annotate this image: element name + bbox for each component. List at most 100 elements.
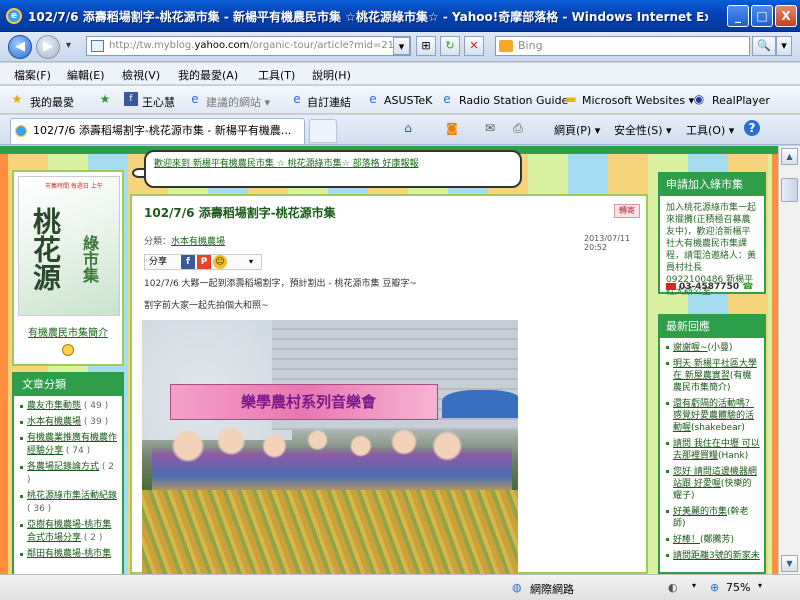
banner-title-main: 桃花源 [29, 207, 62, 291]
scroll-up-button[interactable]: ▲ [781, 148, 798, 165]
maximize-button[interactable]: □ [751, 5, 773, 27]
zoom-icon: ⊕ [710, 581, 720, 594]
facebook-share-icon[interactable]: f [181, 255, 195, 269]
category-name[interactable]: 水本有機農場 [27, 417, 81, 427]
group-photo: 樂學農村系列音樂會 [142, 320, 518, 574]
join-market-box: 申請加入綠市集 加入桃花源綠市集一起來擺攤(正積極召募農友中)，歡迎洽新楊平社大… [658, 172, 766, 297]
forward-badge[interactable]: 轉寄 [614, 204, 640, 218]
search-box[interactable]: Bing [495, 36, 750, 56]
page-icon [91, 40, 104, 52]
stop-button[interactable]: ✕ [464, 36, 484, 56]
print-icon[interactable]: ⎙ [510, 120, 526, 136]
page-menu[interactable]: 網頁(P) ▾ [554, 122, 600, 138]
reply-text[interactable]: 請問距離3號的新家未 [673, 551, 760, 561]
phone-line: 03-4587750 ☎ [666, 282, 753, 292]
marquee-bubble[interactable]: 歡迎來到 新楊平有機農民市集 ☆ 桃花源綠市集☆ 部落格 好康報報 [144, 150, 522, 188]
category-name[interactable]: 桃花源綠市集活動紀錄 [27, 491, 117, 501]
category-name[interactable]: 鄰田有機農場-桃市集 [27, 549, 111, 559]
browser-window: e 102/7/6 添壽稻場割字-桃花源市集 - 新楊平有機農民市集 ☆桃花源綠… [0, 0, 800, 600]
banner-title-sub: 綠市集 [80, 235, 99, 283]
reply-text[interactable]: 謝謝喔~ [673, 343, 708, 353]
reply-item[interactable]: 謝謝喔~(小曼) [666, 342, 760, 354]
tab-title: 102/7/6 添壽稻場割字-桃花源市集 - 新楊平有機農... [33, 124, 292, 137]
folder-icon: ▬ [565, 92, 577, 106]
refresh-button[interactable]: ↻ [440, 36, 460, 56]
zone-dropdown-icon[interactable]: ▾ [692, 581, 696, 590]
zoom-dropdown-icon[interactable]: ▾ [758, 581, 762, 590]
scroll-down-button[interactable]: ▼ [781, 555, 798, 572]
category-item[interactable]: 農友市集動態 ( 49 ) [20, 400, 118, 413]
reply-item[interactable]: 您好 請問這邊機器網站跟 好愛喔(快樂的耀子) [666, 466, 760, 502]
protected-mode-icon[interactable]: ◐ [668, 581, 678, 594]
post-category-link[interactable]: 水本有機農場 [171, 237, 225, 247]
favorite-link-6[interactable]: Microsoft Websites ▾ [582, 94, 694, 107]
reply-item[interactable]: 好美麗的市集(幹老師) [666, 506, 760, 530]
category-name[interactable]: 農友市集動態 [27, 401, 81, 411]
menu-edit[interactable]: 編輯(E) [67, 67, 105, 83]
search-button[interactable]: 🔍 [752, 36, 776, 56]
share-label: 分享 [149, 257, 168, 267]
favorite-link-2[interactable]: 建議的網站 ▾ [206, 94, 270, 110]
reply-item[interactable]: 還有虧隔的活動嗎？感覺好愛農體驗的活動喔(shakebear) [666, 398, 760, 434]
close-button[interactable]: X [775, 5, 797, 27]
url-suffix: /organic-tour/article?mid=2159... [249, 40, 411, 51]
search-options-icon[interactable]: ▾ [776, 36, 792, 56]
market-intro-link[interactable]: 有機農民市集簡介 [14, 324, 122, 339]
article-post: 102/7/6 添壽稻場割字-桃花源市集 轉寄 分類：水本有機農場 2013/0… [130, 194, 648, 574]
market-banner-image[interactable]: 市集時間 每週日 上午 桃花源 綠市集 [18, 176, 120, 316]
share-dropdown-icon[interactable]: ▾ [249, 255, 253, 269]
phone-number: 03-4587750 [679, 282, 740, 292]
tab-current[interactable]: 102/7/6 添壽稻場割字-桃花源市集 - 新楊平有機農... [10, 118, 305, 144]
minimize-button[interactable]: _ [727, 5, 749, 27]
favorite-link-1[interactable]: 王心慧 [142, 94, 175, 110]
feed-icon[interactable]: ◙ [444, 120, 460, 136]
category-name[interactable]: 各農場記錄論方式 [27, 462, 99, 472]
reply-item[interactable]: 好棒！(鄭騰芳) [666, 534, 760, 546]
flag-icon [666, 283, 676, 290]
photo-tent [442, 390, 518, 418]
emoji-icon[interactable]: ☺ [213, 255, 227, 269]
home-icon[interactable]: ⌂ [400, 120, 416, 136]
favorite-link-3[interactable]: 自訂連結 [307, 94, 351, 110]
reply-item[interactable]: 請問 我住在中壢 可以去那裡買糧(Hank) [666, 438, 760, 462]
category-item[interactable]: 水本有機農場 ( 39 ) [20, 416, 118, 429]
reply-text[interactable]: 好美麗的市集 [673, 507, 727, 517]
menu-help[interactable]: 說明(H) [312, 67, 351, 83]
menu-favorites[interactable]: 我的最愛(A) [178, 67, 238, 83]
category-item[interactable]: 鄰田有機農場-桃市集 [20, 548, 118, 561]
reply-text[interactable]: 好棒！ [673, 535, 700, 545]
menu-tools[interactable]: 工具(T) [258, 67, 295, 83]
forward-button[interactable]: ▶ [36, 35, 60, 59]
reply-item[interactable]: 請問距離3號的新家未 [666, 550, 760, 562]
vertical-scrollbar[interactable]: ▲ ▼ [778, 146, 800, 574]
category-title: 文章分類 [14, 374, 122, 396]
category-item[interactable]: 有機農業推廣有機農作經驗分享 ( 74 ) [20, 432, 118, 458]
globe-icon: ◍ [512, 581, 522, 594]
back-button[interactable]: ◀ [8, 35, 32, 59]
add-favorite-icon[interactable]: ★ [98, 92, 112, 106]
favorite-link-7[interactable]: RealPlayer [712, 94, 770, 107]
safety-menu[interactable]: 安全性(S) ▾ [614, 122, 672, 138]
compatibility-view-button[interactable]: ⊞ [416, 36, 436, 56]
favorite-link-4[interactable]: ASUSTeK [384, 94, 432, 107]
history-dropdown-icon[interactable]: ▾ [66, 40, 71, 51]
address-dropdown-icon[interactable]: ▾ [393, 37, 410, 55]
tools-menu[interactable]: 工具(O) ▾ [686, 122, 734, 138]
category-item[interactable]: 桃花源綠市集活動紀錄 ( 36 ) [20, 490, 118, 516]
reply-item[interactable]: 明天 新楊平社區大學在 新屋農實習(有機農民市集簡介) [666, 358, 760, 394]
category-item[interactable]: 各農場記錄論方式 ( 2 ) [20, 461, 118, 487]
help-icon[interactable]: ? [744, 120, 760, 136]
zoom-level[interactable]: 75% [726, 581, 750, 594]
menu-file[interactable]: 檔案(F) [14, 67, 51, 83]
menu-view[interactable]: 檢視(V) [122, 67, 160, 83]
favorites-button[interactable]: 我的最愛 [30, 94, 74, 110]
category-item[interactable]: 亞樹有機農場-桃市集合式市場分享 ( 2 ) [20, 519, 118, 545]
share-bar[interactable]: 分享 f P ☺ ▾ [144, 254, 262, 270]
plurk-share-icon[interactable]: P [197, 255, 211, 269]
favorite-link-5[interactable]: Radio Station Guide [459, 94, 568, 107]
address-bar[interactable]: http://tw.myblog.yahoo.com/organic-tour/… [86, 36, 411, 56]
new-tab-button[interactable] [309, 119, 337, 143]
mail-icon[interactable]: ✉ [482, 120, 498, 136]
scroll-thumb[interactable] [781, 178, 798, 202]
reply-author: (shakebear) [691, 423, 745, 433]
